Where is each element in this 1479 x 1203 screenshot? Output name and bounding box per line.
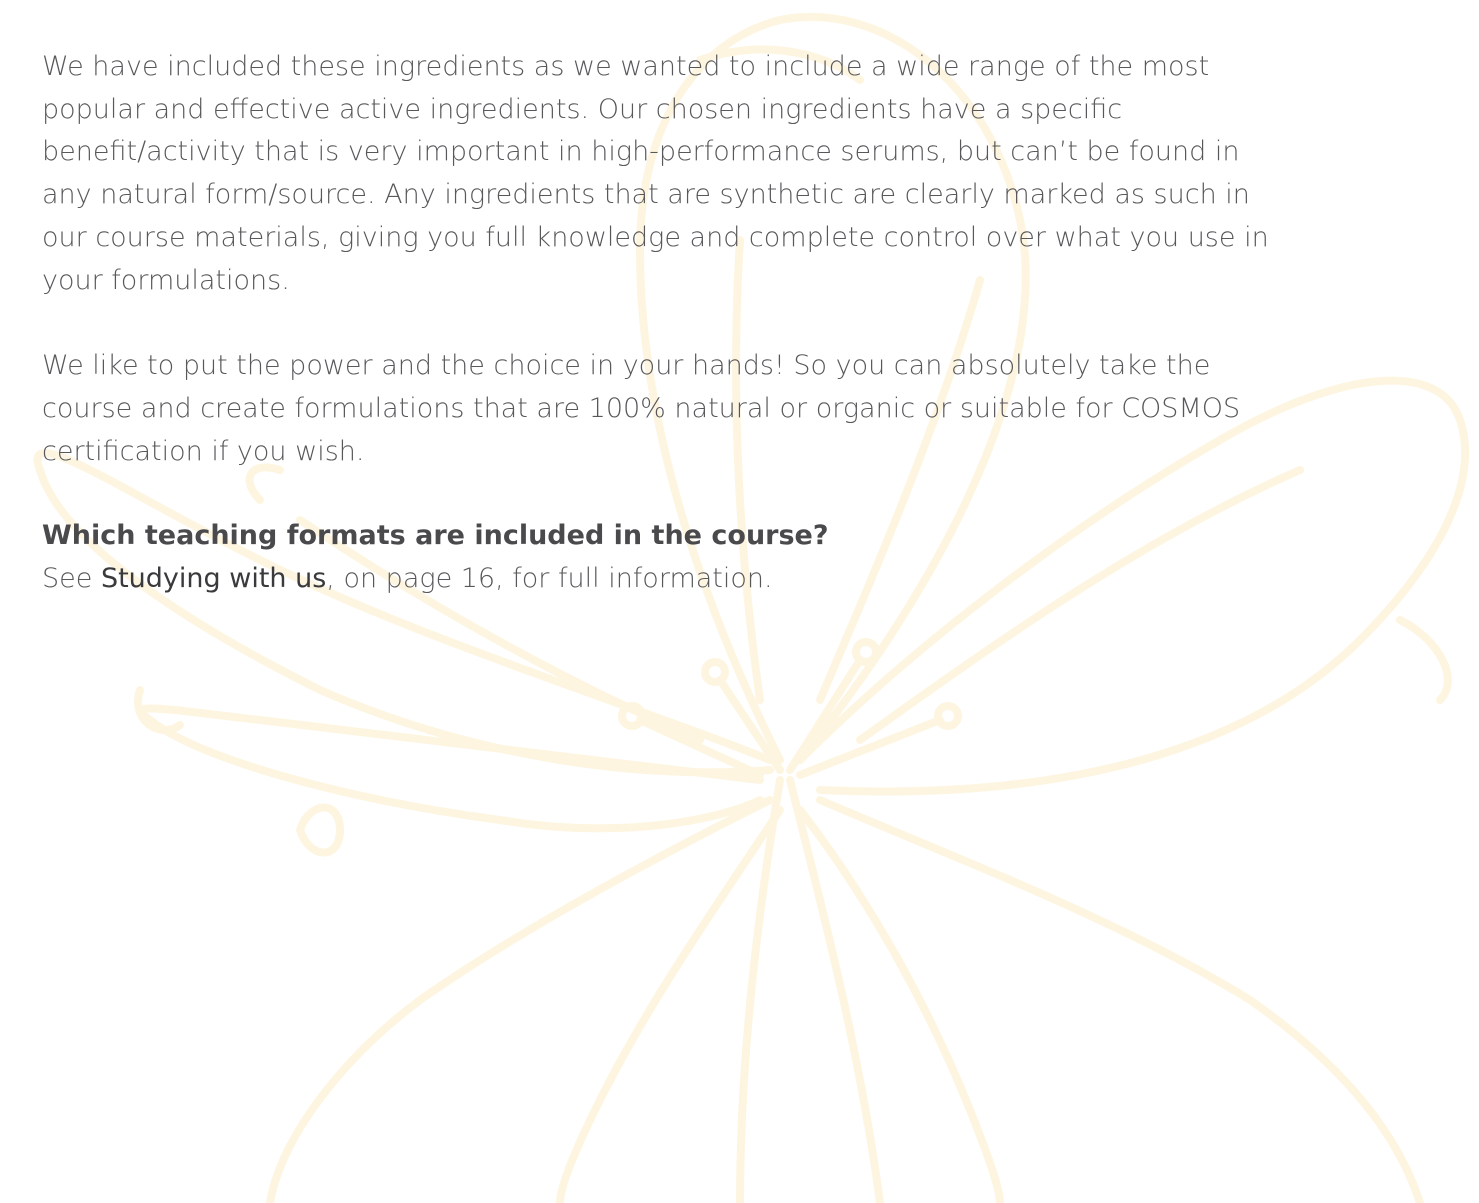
faq-answer: See Studying with us, on page 16, for fu…: [42, 558, 1282, 601]
document-page: We have included these ingredients as we…: [0, 0, 1479, 1203]
faq-question: Which teaching formats are included in t…: [42, 520, 829, 552]
faq-answer-prefix: See: [42, 563, 101, 595]
document-body: We have included these ingredients as we…: [42, 46, 1282, 601]
faq-answer-suffix: , on page 16, for full information.: [326, 563, 773, 595]
paragraph-natural-choice: We like to put the power and the choice …: [42, 350, 1241, 467]
studying-with-us-link[interactable]: Studying with us: [101, 563, 326, 594]
paragraph-synthetic-ingredients: We have included these ingredients as we…: [42, 51, 1269, 296]
